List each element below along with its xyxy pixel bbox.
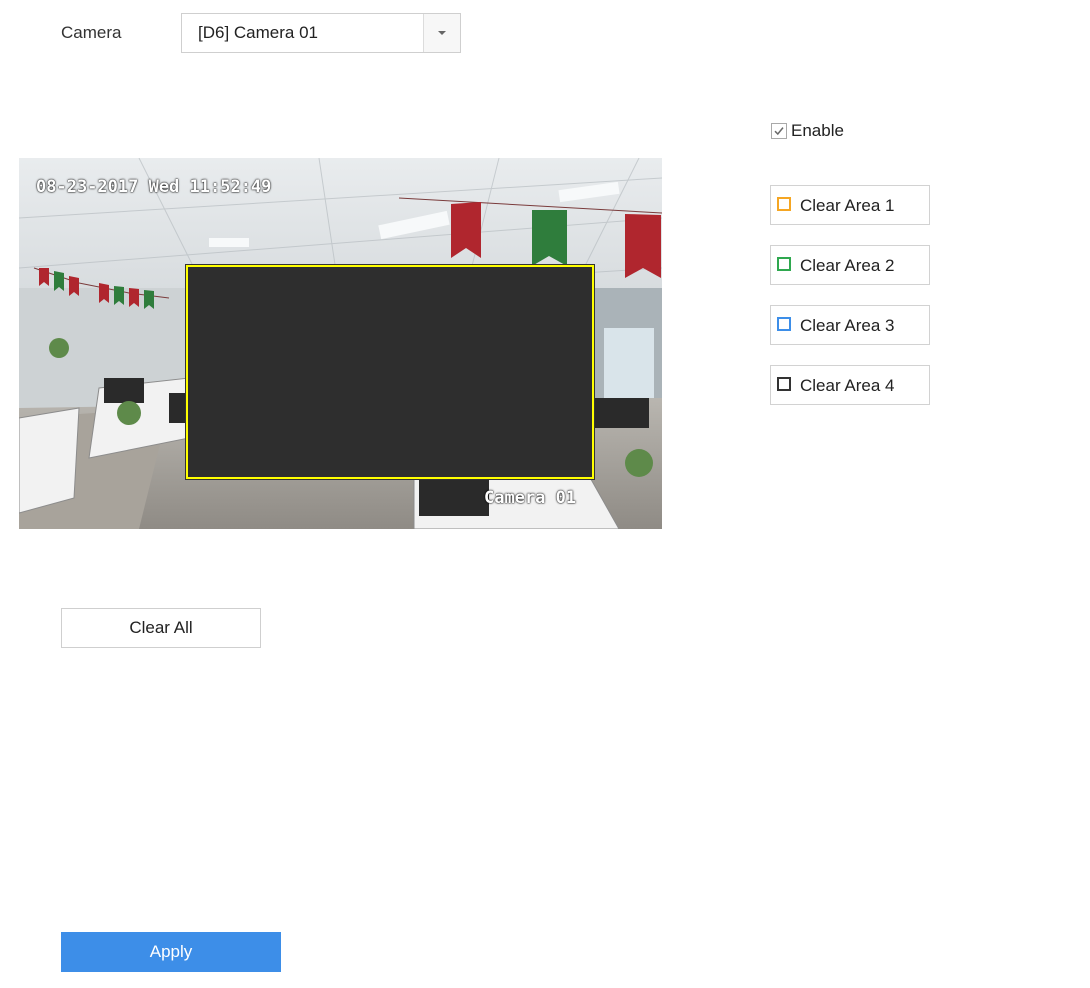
camera-select[interactable]: [D6] Camera 01 (181, 13, 461, 53)
chevron-down-icon (438, 31, 446, 35)
enable-checkbox[interactable]: Enable (771, 121, 844, 141)
checkbox-icon[interactable] (771, 123, 787, 139)
osd-camera-name: Camera 01 (484, 488, 577, 508)
area-2-color-swatch (777, 257, 791, 271)
clear-area-2-label: Clear Area 2 (800, 256, 895, 275)
clear-area-4-label: Clear Area 4 (800, 376, 895, 395)
area-4-color-swatch (777, 377, 791, 391)
camera-select-toggle[interactable] (423, 14, 460, 52)
apply-button[interactable]: Apply (61, 932, 281, 972)
clear-area-3-label: Clear Area 3 (800, 316, 895, 335)
clear-area-1-label: Clear Area 1 (800, 196, 895, 215)
osd-datetime: 08-23-2017 Wed 11:52:49 (36, 177, 272, 197)
checkmark-icon (774, 127, 784, 136)
enable-label: Enable (791, 121, 844, 140)
clear-area-2-button[interactable]: Clear Area 2 (770, 245, 930, 285)
area-1-color-swatch (777, 197, 791, 211)
camera-label: Camera (61, 23, 122, 42)
camera-select-value: [D6] Camera 01 (198, 23, 318, 42)
area-3-color-swatch (777, 317, 791, 331)
clear-area-4-button[interactable]: Clear Area 4 (770, 365, 930, 405)
clear-area-1-button[interactable]: Clear Area 1 (770, 185, 930, 225)
clear-all-button[interactable]: Clear All (61, 608, 261, 648)
video-preview[interactable]: 08-23-2017 Wed 11:52:49 Camera 01 (19, 158, 662, 529)
privacy-mask-area[interactable] (185, 264, 595, 480)
clear-area-3-button[interactable]: Clear Area 3 (770, 305, 930, 345)
